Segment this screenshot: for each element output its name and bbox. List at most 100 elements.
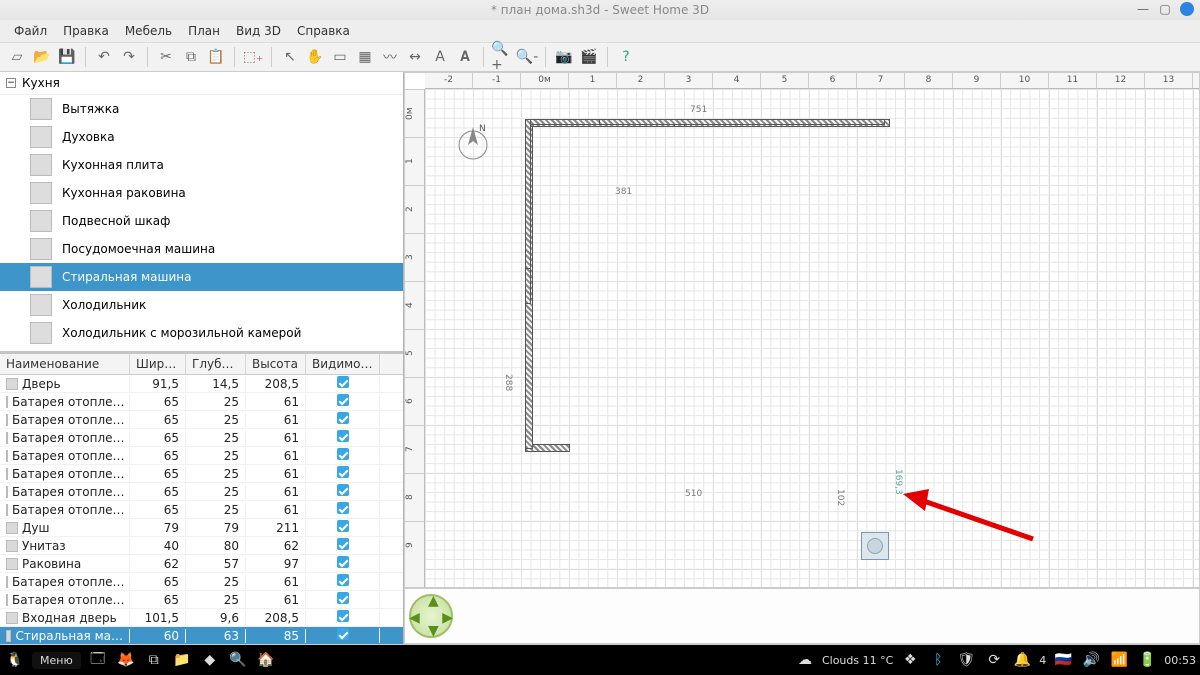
- visibility-checkbox[interactable]: [337, 430, 349, 442]
- cut-icon[interactable]: ✂: [155, 46, 177, 68]
- help-icon[interactable]: ?: [615, 46, 637, 68]
- weather-icon[interactable]: ☁: [794, 649, 816, 671]
- furniture-row[interactable]: Стиральная ма…606385: [0, 627, 403, 644]
- dimension-tool-icon[interactable]: ↔: [404, 46, 426, 68]
- collapse-icon[interactable]: −: [6, 78, 16, 88]
- visibility-checkbox[interactable]: [337, 538, 349, 550]
- wifi-icon[interactable]: 📶: [1108, 649, 1130, 671]
- catalog-item[interactable]: Кухонная раковина: [0, 179, 403, 207]
- zoom-in-icon[interactable]: 🔍+: [491, 46, 513, 68]
- catalog-category-header[interactable]: − Кухня: [0, 72, 403, 95]
- menu-plan[interactable]: План: [180, 22, 228, 40]
- furniture-row[interactable]: Батарея отопле…652561: [0, 429, 403, 447]
- col-width[interactable]: Ширина: [130, 354, 186, 374]
- visibility-checkbox[interactable]: [337, 502, 349, 514]
- update-icon[interactable]: ⟳: [983, 649, 1005, 671]
- visibility-checkbox[interactable]: [337, 376, 349, 388]
- room-tool-icon[interactable]: ▦: [354, 46, 376, 68]
- paste-icon[interactable]: 📋: [205, 46, 227, 68]
- visibility-checkbox[interactable]: [337, 610, 349, 622]
- plan-view[interactable]: -2-10м12345678910111213 0м123456789 N: [404, 72, 1200, 588]
- clock[interactable]: 00:53: [1164, 654, 1196, 667]
- visibility-checkbox[interactable]: [337, 466, 349, 478]
- task-search-icon[interactable]: 🔍: [227, 649, 249, 671]
- menu-furniture[interactable]: Мебель: [117, 22, 180, 40]
- visibility-checkbox[interactable]: [337, 520, 349, 532]
- show-desktop-icon[interactable]: 🗔: [87, 649, 109, 671]
- task-firefox-icon[interactable]: 🦊: [115, 649, 137, 671]
- task-sweethome-icon[interactable]: 🏠: [255, 649, 277, 671]
- 3d-nav-control[interactable]: ▲ ▼ ◀ ▶: [409, 594, 453, 638]
- furniture-row[interactable]: Дверь91,514,5208,5: [0, 375, 403, 393]
- bluetooth-icon[interactable]: ᛒ: [927, 649, 949, 671]
- visibility-checkbox[interactable]: [337, 574, 349, 586]
- furniture-row[interactable]: Батарея отопле…652561: [0, 411, 403, 429]
- volume-icon[interactable]: 🔊: [1080, 649, 1102, 671]
- redo-icon[interactable]: ↷: [118, 46, 140, 68]
- furniture-row[interactable]: Душ7979211: [0, 519, 403, 537]
- new-icon[interactable]: ▱: [6, 46, 28, 68]
- video-icon[interactable]: 🎬: [578, 46, 600, 68]
- visibility-checkbox[interactable]: [337, 484, 349, 496]
- notification-icon[interactable]: 🔔: [1011, 649, 1033, 671]
- select-tool-icon[interactable]: ↖: [279, 46, 301, 68]
- catalog-item[interactable]: Посудомоечная машина: [0, 235, 403, 263]
- visibility-checkbox[interactable]: [337, 412, 349, 424]
- furniture-row[interactable]: Батарея отопле…652561: [0, 447, 403, 465]
- furniture-row[interactable]: Входная дверь101,59,6208,5: [0, 609, 403, 627]
- photo-icon[interactable]: 📷: [553, 46, 575, 68]
- visibility-checkbox[interactable]: [337, 448, 349, 460]
- start-icon[interactable]: 🐧: [4, 649, 26, 671]
- col-height[interactable]: Высота: [246, 354, 306, 374]
- undo-icon[interactable]: ↶: [93, 46, 115, 68]
- window-minimize-button[interactable]: —: [1136, 2, 1150, 16]
- view-3d-panel[interactable]: ▲ ▼ ◀ ▶: [404, 588, 1200, 644]
- text-tool2-icon[interactable]: 𝐀: [454, 46, 476, 68]
- shield-icon[interactable]: 🛡: [955, 649, 977, 671]
- polyline-tool-icon[interactable]: 〰: [379, 46, 401, 68]
- furniture-row[interactable]: Раковина625797: [0, 555, 403, 573]
- washer-placement[interactable]: [861, 532, 889, 560]
- add-furniture-icon[interactable]: ⬚₊: [242, 46, 264, 68]
- furniture-row[interactable]: Батарея отопле…652561: [0, 573, 403, 591]
- battery-icon[interactable]: 🔋: [1136, 649, 1158, 671]
- wall-tool-icon[interactable]: ▭: [329, 46, 351, 68]
- catalog-item[interactable]: Холодильник: [0, 291, 403, 319]
- window-maximize-button[interactable]: ▢: [1158, 2, 1172, 16]
- furniture-row[interactable]: Батарея отопле…652561: [0, 501, 403, 519]
- catalog-item[interactable]: Кухонная плита: [0, 151, 403, 179]
- plan-canvas[interactable]: N: [425, 89, 1199, 587]
- menu-view3d[interactable]: Вид 3D: [228, 22, 289, 40]
- col-depth[interactable]: Глубина: [186, 354, 246, 374]
- task-terminal-icon[interactable]: ⧉: [143, 649, 165, 671]
- copy-icon[interactable]: ⧉: [180, 46, 202, 68]
- furniture-row[interactable]: Батарея отопле…652561: [0, 483, 403, 501]
- visibility-checkbox[interactable]: [337, 592, 349, 604]
- visibility-checkbox[interactable]: [337, 394, 349, 406]
- text-tool-icon[interactable]: A: [429, 46, 451, 68]
- col-name[interactable]: Наименование: [0, 354, 130, 374]
- keyboard-layout-icon[interactable]: 🇷🇺: [1052, 649, 1074, 671]
- furniture-row[interactable]: Батарея отопле…652561: [0, 591, 403, 609]
- furniture-row[interactable]: Батарея отопле…652561: [0, 465, 403, 483]
- visibility-checkbox[interactable]: [337, 628, 349, 640]
- menu-edit[interactable]: Правка: [55, 22, 117, 40]
- menu-file[interactable]: Файл: [6, 22, 55, 40]
- catalog-item[interactable]: Холодильник с морозильной камерой: [0, 319, 403, 347]
- visibility-checkbox[interactable]: [337, 556, 349, 568]
- zoom-out-icon[interactable]: 🔍-: [516, 46, 538, 68]
- open-icon[interactable]: 📂: [31, 46, 53, 68]
- furniture-row[interactable]: Батарея отопле…652561: [0, 393, 403, 411]
- menu-help[interactable]: Справка: [289, 22, 358, 40]
- col-visible[interactable]: Видимость: [306, 354, 380, 374]
- save-icon[interactable]: 💾: [56, 46, 78, 68]
- pan-tool-icon[interactable]: ✋: [304, 46, 326, 68]
- start-menu-button[interactable]: Меню: [32, 652, 81, 669]
- task-files-icon[interactable]: 📁: [171, 649, 193, 671]
- furniture-row[interactable]: Унитаз408062: [0, 537, 403, 555]
- catalog-item[interactable]: Духовка: [0, 123, 403, 151]
- catalog-item[interactable]: Подвесной шкаф: [0, 207, 403, 235]
- tray-icon[interactable]: ❖: [899, 649, 921, 671]
- task-app1-icon[interactable]: ◆: [199, 649, 221, 671]
- catalog-item[interactable]: Стиральная машина: [0, 263, 403, 291]
